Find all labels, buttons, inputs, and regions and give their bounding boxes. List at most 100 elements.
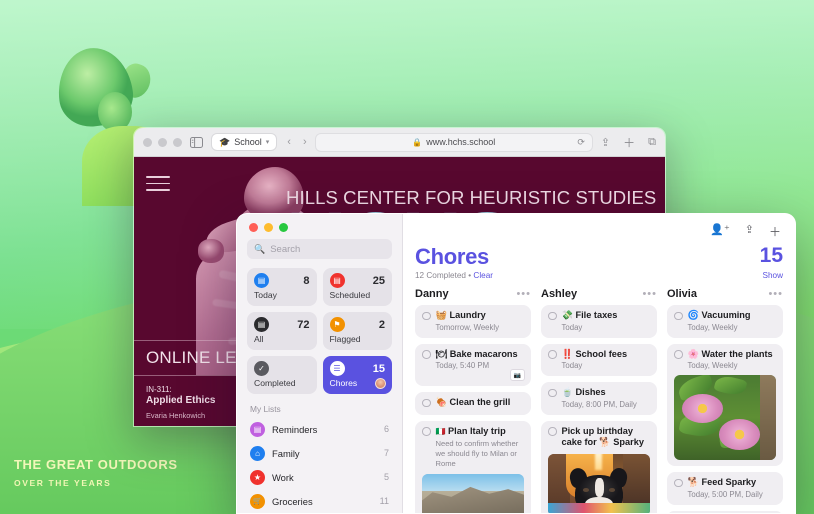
task-title: 🇮🇹 Plan Italy trip <box>436 426 506 438</box>
task-title: 🌸 Water the plants <box>688 349 773 361</box>
add-people-icon[interactable]: 👤⁺ <box>710 223 730 240</box>
share-icon[interactable]: ⇪ <box>601 136 610 149</box>
checkbox-circle-icon[interactable] <box>422 398 431 407</box>
list-item[interactable]: Pick up birthday cake for 🐕 Sparky <box>541 420 657 513</box>
list-item[interactable]: 🇮🇹 Plan Italy trip Need to confirm wheth… <box>415 420 531 513</box>
sidebar-icon[interactable] <box>190 136 203 148</box>
checkbox-circle-icon[interactable] <box>422 311 431 320</box>
column-olivia: Olivia ••• 🌀 Vacuuming Today, Weekly 🌸 W… <box>667 288 783 513</box>
smart-list-chores[interactable]: ☰ 15 Chores <box>322 356 392 394</box>
task-title-text: Vacuuming <box>701 310 751 320</box>
smart-list-scheduled[interactable]: ▤ 25 Scheduled <box>322 268 392 306</box>
reload-icon[interactable]: ⟳ <box>577 137 585 148</box>
checkbox-circle-icon[interactable] <box>674 350 683 359</box>
list-item[interactable]: 🌀 Vacuuming Today, Weekly <box>667 305 783 338</box>
close-button[interactable] <box>249 223 258 232</box>
forward-chevron-icon[interactable]: › <box>303 136 307 148</box>
list-item[interactable]: 🧺 Laundry Tomorrow, Weekly <box>415 305 531 338</box>
task-title: 🍵 Dishes <box>562 387 606 399</box>
checkbox-circle-icon[interactable] <box>548 388 557 397</box>
list-item[interactable]: 🍵 Dishes Today, 8:00 PM, Daily <box>541 382 657 415</box>
task-photo-greece[interactable] <box>422 473 524 513</box>
hamburger-menu-icon[interactable] <box>146 176 170 196</box>
checkbox-circle-icon[interactable] <box>422 350 431 359</box>
sidebar-item-label: Family <box>272 447 300 459</box>
smart-list-label: Scheduled <box>329 290 371 300</box>
sidebar-item-family[interactable]: ⌂ Family 7 <box>247 441 392 465</box>
smart-list-count: 72 <box>297 318 310 331</box>
task-subtitle: Today, 8:00 PM, Daily <box>561 399 637 409</box>
flag-icon: ⚑ <box>329 317 345 332</box>
subheader-separator: • <box>468 271 472 280</box>
task-title-text: Laundry <box>449 310 486 320</box>
checkbox-circle-icon[interactable] <box>548 350 557 359</box>
checkbox-circle-icon[interactable] <box>674 478 683 487</box>
back-chevron-icon[interactable]: ‹ <box>287 136 291 148</box>
smart-list-flagged[interactable]: ⚑ 2 Flagged <box>322 312 392 350</box>
minimize-button[interactable] <box>264 223 273 232</box>
task-emoji: 🍖 <box>435 397 447 407</box>
task-photo-dog[interactable] <box>548 453 650 513</box>
graduation-cap-icon: 🎓 <box>219 136 231 147</box>
list-item[interactable]: 🍖 Clean the grill <box>415 392 531 415</box>
clear-button[interactable]: Clear <box>473 271 493 280</box>
list-item[interactable]: 🐕 Feed Sparky Today, 5:00 PM, Daily <box>667 472 783 505</box>
task-emoji: ‼️ <box>561 348 573 359</box>
task-photo-flowers[interactable] <box>674 375 776 460</box>
sidebar-item-count: 7 <box>383 448 389 458</box>
checkbox-circle-icon[interactable] <box>548 427 557 436</box>
share-icon[interactable]: ⇪ <box>745 223 754 240</box>
sidebar-item-reminders[interactable]: ▤ Reminders 6 <box>247 417 392 441</box>
checkbox-circle-icon[interactable] <box>548 311 557 320</box>
checkbox-circle-icon[interactable] <box>422 427 431 436</box>
plus-icon[interactable]: ＋ <box>769 223 781 240</box>
show-completed-button[interactable]: Show <box>763 271 783 280</box>
task-title-text: Plan Italy trip <box>448 425 506 436</box>
italy-flag-icon: 🇮🇹 <box>435 426 446 436</box>
chevron-down-icon[interactable]: ▾ <box>266 138 270 146</box>
task-title: 🧺 Laundry <box>436 310 486 322</box>
photo-curtain-right <box>623 453 650 504</box>
sidebar-item-count: 6 <box>383 424 389 434</box>
list-item[interactable]: ‼️ School fees Today <box>541 343 657 376</box>
address-bar[interactable]: 🔒 www.hchs.school ⟳ <box>314 132 593 152</box>
minimize-button[interactable] <box>158 137 167 147</box>
task-title-text: Water the plants <box>701 348 773 359</box>
close-button[interactable] <box>143 137 152 147</box>
plus-icon[interactable]: ＋ <box>623 134 635 151</box>
safari-tab-group-chip[interactable]: 🎓 School ▾ <box>211 133 278 151</box>
calendar-scheduled-icon: ▤ <box>329 273 345 288</box>
smart-list-all[interactable]: ▤ 72 All <box>247 312 317 350</box>
task-note: Need to confirm whether we should fly to… <box>435 439 519 468</box>
task-title: 🍖 Clean the grill <box>436 397 511 409</box>
column-menu-icon[interactable]: ••• <box>642 288 657 300</box>
window-traffic-lights[interactable] <box>143 137 182 147</box>
safari-navigation[interactable]: ‹ › <box>287 136 306 148</box>
task-subtitle: Today, Weekly <box>687 361 738 370</box>
column-menu-icon[interactable]: ••• <box>768 288 783 300</box>
dog-blaze <box>594 478 605 497</box>
sidebar-item-work[interactable]: ★ Work 5 <box>247 465 392 489</box>
smart-list-label: Completed <box>254 378 296 388</box>
list-item[interactable] <box>667 510 783 513</box>
list-item[interactable]: 🍽 Bake macarons Today, 5:40 PM 📷 <box>415 343 531 386</box>
task-attachment-badge[interactable]: 📷 <box>510 369 525 381</box>
list-item[interactable]: 🌸 Water the plants Today, Weekly <box>667 343 783 466</box>
column-menu-icon[interactable]: ••• <box>516 288 531 300</box>
sidebar-item-groceries[interactable]: 🛒 Groceries 11 <box>247 489 392 513</box>
column-header: Olivia ••• <box>667 288 783 300</box>
sidebar-item-label: Groceries <box>272 495 313 507</box>
checkbox-circle-icon[interactable] <box>674 311 683 320</box>
zoom-button[interactable] <box>173 137 182 147</box>
cart-icon: 🛒 <box>250 493 265 509</box>
zoom-button[interactable] <box>279 223 288 232</box>
smart-list-completed[interactable]: ✓ Completed <box>247 356 317 394</box>
list-icon: ☰ <box>329 361 345 376</box>
window-traffic-lights[interactable] <box>247 214 392 239</box>
reminders-window[interactable]: 🔍 Search ▤ 8 Today ▤ 25 Scheduled ▤ 72 A… <box>236 213 796 514</box>
smart-list-today[interactable]: ▤ 8 Today <box>247 268 317 306</box>
tab-overview-icon[interactable]: ⧉ <box>648 136 656 149</box>
search-input[interactable]: 🔍 Search <box>247 239 392 259</box>
search-icon: 🔍 <box>254 243 266 254</box>
list-item[interactable]: 💸 File taxes Today <box>541 305 657 338</box>
